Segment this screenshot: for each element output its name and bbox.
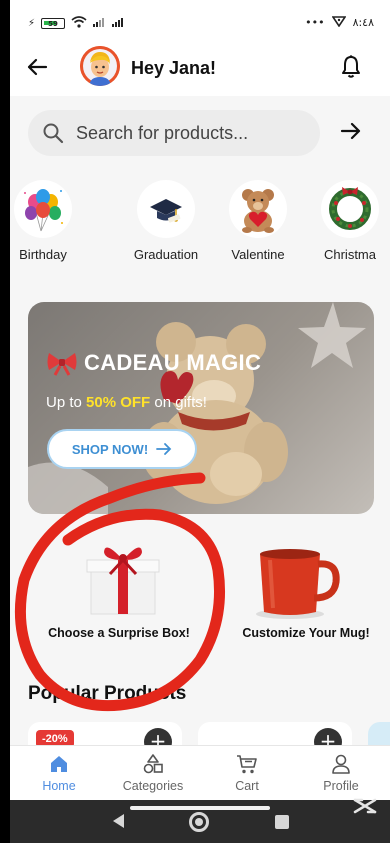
wreath-icon <box>321 180 379 238</box>
nav-categories[interactable]: Categories <box>108 752 198 793</box>
bottom-navigation: Home Categories Cart Profile <box>10 745 390 800</box>
nav-label: Home <box>42 779 76 793</box>
banner-sub-prefix: Up to <box>46 394 87 411</box>
surprise-box-label: Choose a Surprise Box! <box>48 626 190 640</box>
search-submit-button[interactable] <box>340 120 364 146</box>
surprise-box-tile[interactable]: Choose a Surprise Box! <box>20 538 200 640</box>
system-back-icon[interactable] <box>113 814 124 828</box>
charging-icon: ⚡ <box>28 18 36 29</box>
bell-icon <box>342 55 360 78</box>
shop-now-label: SHOP NOW! <box>71 441 149 457</box>
teddy-bear-icon <box>229 180 287 238</box>
nav-home[interactable]: Home <box>14 752 104 793</box>
search-icon <box>43 123 64 144</box>
status-time: ٨:٤٨ <box>352 16 374 29</box>
category-label: Christma <box>323 247 376 262</box>
banner-discount-highlight: 50% OFF <box>86 394 151 411</box>
category-birthday[interactable]: Birthday <box>10 178 85 262</box>
back-arrow-icon <box>27 58 48 76</box>
hotspot-icon <box>331 15 347 30</box>
customize-mug-tile[interactable]: Customize Your Mug! <box>210 538 390 640</box>
gesture-pill[interactable] <box>130 806 270 810</box>
app-screen: ⚡ 59 ••• ٨:٤٨ Hey Jana! Search for produ… <box>10 0 390 843</box>
category-christmas[interactable]: Christma <box>308 178 390 262</box>
nav-label: Profile <box>323 779 359 793</box>
promo-banner[interactable]: CADEAU MAGIC Up to 50% OFF on gifts! SHO… <box>28 302 374 514</box>
search-bar[interactable] <box>28 110 320 156</box>
nav-label: Categories <box>122 779 184 793</box>
system-recents-icon[interactable] <box>275 815 289 829</box>
category-graduation[interactable]: Graduation <box>124 178 208 262</box>
status-bar: ⚡ 59 ••• ٨:٤٨ <box>10 0 390 44</box>
balloons-icon <box>14 180 72 238</box>
banner-title: CADEAU MAGIC <box>84 350 262 375</box>
battery-icon: 59 <box>41 18 66 29</box>
back-button[interactable] <box>26 56 50 80</box>
greeting-text: Hey Jana! <box>131 58 217 78</box>
banner-sub-suffix: on gifts! <box>150 394 207 411</box>
avatar-icon <box>80 46 120 86</box>
status-right: ••• ٨:٤٨ <box>305 15 374 30</box>
category-label: Valentine <box>231 247 285 262</box>
system-home-icon[interactable] <box>189 812 209 832</box>
banner-subtitle: Up to 50% OFF on gifts! <box>46 394 207 411</box>
nav-label: Cart <box>235 779 259 793</box>
arrow-right-icon <box>340 122 361 140</box>
search-input[interactable] <box>76 110 306 156</box>
category-row: Birthday Graduation Valentine Christma <box>10 178 390 273</box>
arrow-right-icon <box>156 443 172 455</box>
capcut-watermark-icon <box>353 798 377 814</box>
home-icon <box>51 756 67 772</box>
shop-now-button[interactable]: SHOP NOW! <box>47 429 197 469</box>
wifi-icon <box>71 16 87 31</box>
status-left: ⚡ 59 <box>28 16 129 31</box>
mug-icon <box>256 549 340 619</box>
categories-icon <box>143 754 163 774</box>
profile-icon <box>332 754 350 774</box>
category-label: Graduation <box>133 247 199 262</box>
gift-box-icon <box>86 547 160 615</box>
graduation-cap-icon <box>137 180 195 238</box>
more-dots: ••• <box>305 16 325 29</box>
signal-icon <box>93 17 129 30</box>
system-navigation-bar <box>10 800 390 843</box>
popular-products-title: Popular Products <box>28 683 187 704</box>
cart-icon <box>237 755 257 774</box>
category-valentine[interactable]: Valentine <box>216 178 300 262</box>
promo-tiles: Choose a Surprise Box! Customize Your Mu… <box>10 538 390 658</box>
avatar[interactable] <box>80 46 120 86</box>
nav-cart[interactable]: Cart <box>202 752 292 793</box>
customize-mug-label: Customize Your Mug! <box>242 626 370 640</box>
notifications-button[interactable] <box>340 54 364 82</box>
bow-icon <box>47 353 77 376</box>
category-label: Birthday <box>19 247 67 262</box>
top-header: Hey Jana! <box>10 44 390 96</box>
nav-profile[interactable]: Profile <box>296 752 386 793</box>
